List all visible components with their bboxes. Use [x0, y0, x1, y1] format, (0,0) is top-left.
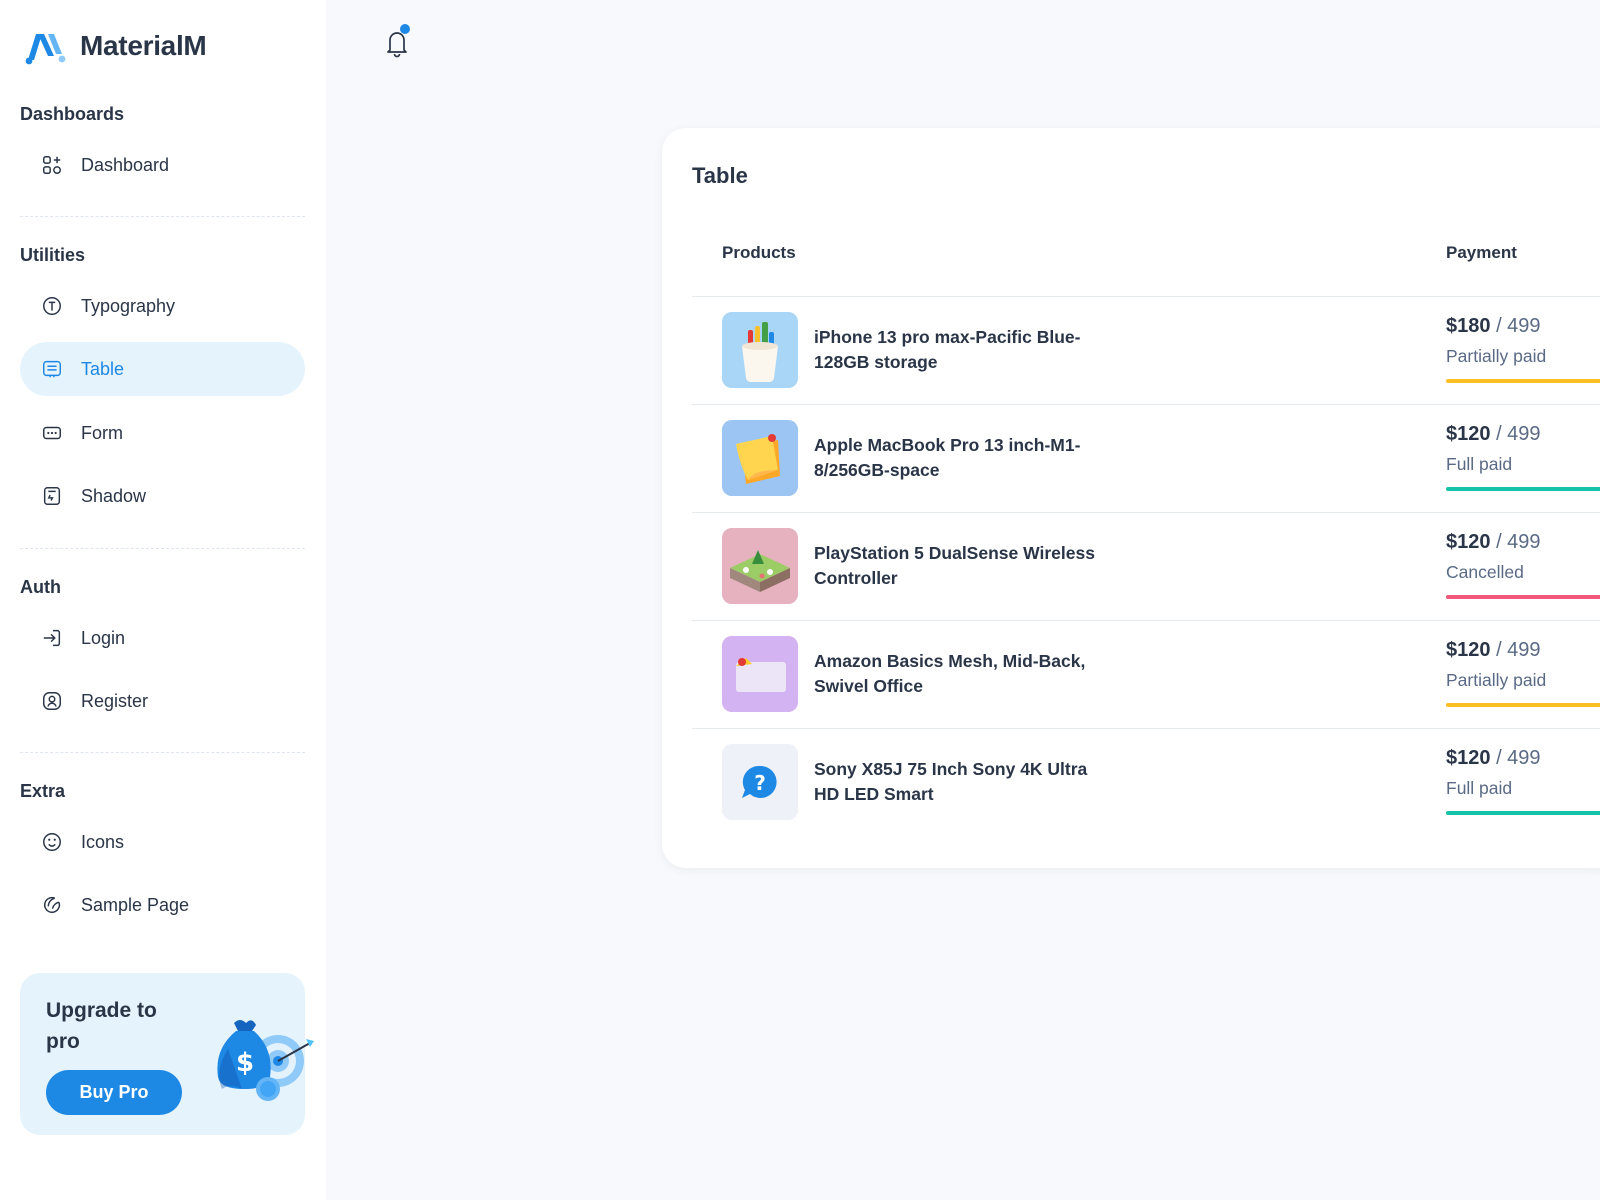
sidebar-item-label: Icons	[81, 831, 125, 852]
paid-amount: $120	[1446, 639, 1491, 661]
total-amount: / 499	[1496, 747, 1541, 769]
payment-progress-bar	[1446, 811, 1600, 815]
paid-amount: $180	[1446, 315, 1491, 337]
product-thumbnail	[722, 528, 798, 604]
section-title-utilities: Utilities	[20, 245, 86, 265]
divider	[20, 548, 305, 549]
pencil-cup-icon	[722, 312, 798, 388]
paid-amount: $120	[1446, 747, 1491, 769]
buy-pro-button[interactable]: Buy Pro	[46, 1070, 182, 1115]
payment-status: Partially paid	[1446, 670, 1547, 690]
garden-block-icon	[722, 528, 798, 604]
svg-text:$: $	[236, 1048, 254, 1078]
shadow-icon	[40, 484, 64, 508]
sidebar-item-register[interactable]: Register	[20, 674, 305, 728]
svg-text:?: ?	[754, 771, 766, 795]
total-amount: / 499	[1496, 423, 1541, 445]
sidebar-item-label: Table	[81, 358, 125, 379]
section-title-extra: Extra	[20, 781, 66, 801]
product-thumbnail	[722, 636, 798, 712]
total-amount: / 499	[1496, 639, 1541, 661]
product-name: Amazon Basics Mesh, Mid-Back, Swivel Off…	[814, 651, 1086, 696]
brand-logo[interactable]: MaterialM	[22, 26, 207, 66]
table-icon	[40, 357, 64, 381]
payment-amount: $120 / 499	[1446, 639, 1541, 662]
payment-progress-bar	[1446, 595, 1600, 599]
product-name: PlayStation 5 DualSense Wireless Control…	[814, 543, 1095, 588]
divider	[20, 752, 305, 753]
form-icon	[40, 421, 64, 445]
payment-progress-bar	[1446, 487, 1600, 491]
table-card: Table Products Payment iPhone 13 pro max…	[662, 128, 1600, 868]
payment-progress-bar	[1446, 379, 1600, 383]
column-header-products: Products	[722, 243, 796, 262]
sidebar-item-label: Form	[81, 422, 123, 443]
upgrade-card: Upgrade to pro Buy Pro $	[20, 973, 314, 1135]
upgrade-title: Upgrade to pro	[46, 999, 157, 1053]
question-bubble-icon: ?	[722, 744, 798, 820]
grid-icon	[40, 153, 64, 177]
payment-progress-bar	[1446, 703, 1600, 707]
notification-bell-button[interactable]	[380, 22, 414, 60]
paid-amount: $120	[1446, 531, 1491, 553]
section-title-auth: Auth	[20, 577, 61, 597]
sticky-notes-icon	[722, 420, 798, 496]
brand-mark-icon	[25, 34, 66, 65]
payment-status: Cancelled	[1446, 562, 1524, 582]
sidebar-item-shadow[interactable]: Shadow	[20, 469, 305, 523]
payment-status: Partially paid	[1446, 346, 1547, 366]
payment-amount: $120 / 499	[1446, 531, 1541, 554]
product-thumbnail: ?	[722, 744, 798, 820]
table-row[interactable]: Amazon Basics Mesh, Mid-Back, Swivel Off…	[692, 620, 1600, 728]
sidebar-item-label: Typography	[81, 295, 176, 316]
sidebar-item-label: Register	[81, 690, 149, 711]
bell-icon	[387, 24, 410, 58]
note-card-icon	[722, 636, 798, 712]
column-header-payment: Payment	[1446, 243, 1517, 262]
card-title: Table	[692, 163, 748, 188]
sidebar-item-icons[interactable]: Icons	[20, 815, 305, 869]
register-icon	[40, 689, 64, 713]
table-row[interactable]: Apple MacBook Pro 13 inch-M1-8/256GB-spa…	[692, 404, 1600, 512]
sidebar-item-dashboard[interactable]: Dashboard	[20, 138, 305, 192]
section-title-dashboards: Dashboards	[20, 104, 125, 124]
table-row[interactable]: iPhone 13 pro max-Pacific Blue-128GB sto…	[692, 296, 1600, 404]
brand-name: MaterialM	[80, 30, 207, 61]
sidebar: MaterialM Dashboards Dashboard Utilities…	[0, 0, 326, 1200]
typography-icon	[40, 294, 64, 318]
table-row[interactable]: ? Sony X85J 75 Inch Sony 4K Ultra HD LED…	[692, 728, 1600, 836]
product-thumbnail	[722, 420, 798, 496]
table-row[interactable]: PlayStation 5 DualSense Wireless Control…	[692, 512, 1600, 620]
payment-status: Full paid	[1446, 454, 1513, 474]
login-icon	[40, 626, 64, 650]
sidebar-item-form[interactable]: Form	[20, 406, 305, 460]
product-thumbnail	[722, 312, 798, 388]
paid-amount: $120	[1446, 423, 1491, 445]
sidebar-item-label: Dashboard	[81, 154, 170, 175]
sidebar-item-label: Login	[81, 627, 126, 648]
money-bag-target-illustration: $	[217, 1020, 314, 1101]
sidebar-item-label: Shadow	[81, 485, 147, 506]
sidebar-item-table[interactable]: Table	[20, 342, 305, 396]
sidebar-item-label: Sample Page	[81, 894, 190, 915]
sidebar-item-typography[interactable]: Typography	[20, 279, 305, 333]
total-amount: / 499	[1496, 315, 1541, 337]
payment-status: Full paid	[1446, 778, 1513, 798]
product-name: Sony X85J 75 Inch Sony 4K Ultra HD LED S…	[814, 759, 1088, 804]
product-name: iPhone 13 pro max-Pacific Blue-128GB sto…	[814, 327, 1081, 372]
smile-icon	[40, 830, 64, 854]
unread-dot	[400, 24, 410, 34]
sample-page-icon	[40, 893, 64, 917]
sidebar-item-sample-page[interactable]: Sample Page	[20, 878, 305, 932]
sidebar-item-login[interactable]: Login	[20, 611, 305, 665]
payment-amount: $120 / 499	[1446, 747, 1541, 770]
divider	[20, 216, 305, 217]
total-amount: / 499	[1496, 531, 1541, 553]
payment-amount: $180 / 499	[1446, 315, 1541, 338]
payment-amount: $120 / 499	[1446, 423, 1541, 446]
product-name: Apple MacBook Pro 13 inch-M1-8/256GB-spa…	[814, 435, 1081, 480]
